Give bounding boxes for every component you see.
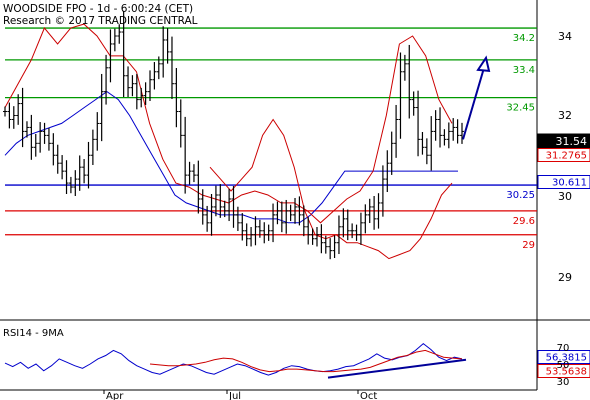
price-tag-label: 31.2765 (546, 151, 587, 162)
level-label: 29 (522, 240, 535, 251)
price-tick-label: 32 (558, 109, 572, 122)
rsi-trendline (327, 358, 467, 379)
rsi-tick-label: 30 (557, 377, 570, 388)
rsi-panel-title: RSI14 - 9MA (3, 328, 64, 339)
level-label: 33.4 (513, 65, 535, 76)
rsi-tick-label: 70 (557, 343, 570, 354)
level-label: 32.45 (506, 103, 535, 114)
price-tick-label: 30 (558, 190, 572, 203)
time-tick-label: Jul (228, 391, 241, 400)
rsi-lines (4, 342, 467, 379)
price-chart-svg: 34.2 33.4 32.45 30.25 29.6 29 31.54 31.2765 30.… (0, 0, 590, 400)
level-label: 30.25 (506, 190, 535, 201)
price-tick-label: 34 (558, 30, 572, 43)
chart-window: 34.2 33.4 32.45 30.25 29.6 29 31.54 31.2765 30.… (0, 0, 590, 400)
level-label: 34.2 (513, 33, 535, 44)
price-tick-label: 29 (558, 271, 572, 284)
price-panel (0, 0, 537, 320)
rsi-tick-label: 50 (557, 360, 570, 371)
level-label: 29.6 (513, 216, 535, 227)
price-tag-label: 31.54 (556, 135, 588, 148)
time-tick-label: Oct (360, 391, 377, 400)
chart-header-title: WOODSIDE FPO - 1d - 6:00:24 (CET) (3, 3, 193, 15)
time-tick-label: Apr (106, 391, 124, 400)
price-tag-label: 30.611 (552, 178, 587, 189)
chart-header-copyright: Research © 2017 TRADING CENTRAL (3, 15, 198, 27)
price-tags: 31.5431.276530.61156.381553.5638 (537, 133, 590, 378)
